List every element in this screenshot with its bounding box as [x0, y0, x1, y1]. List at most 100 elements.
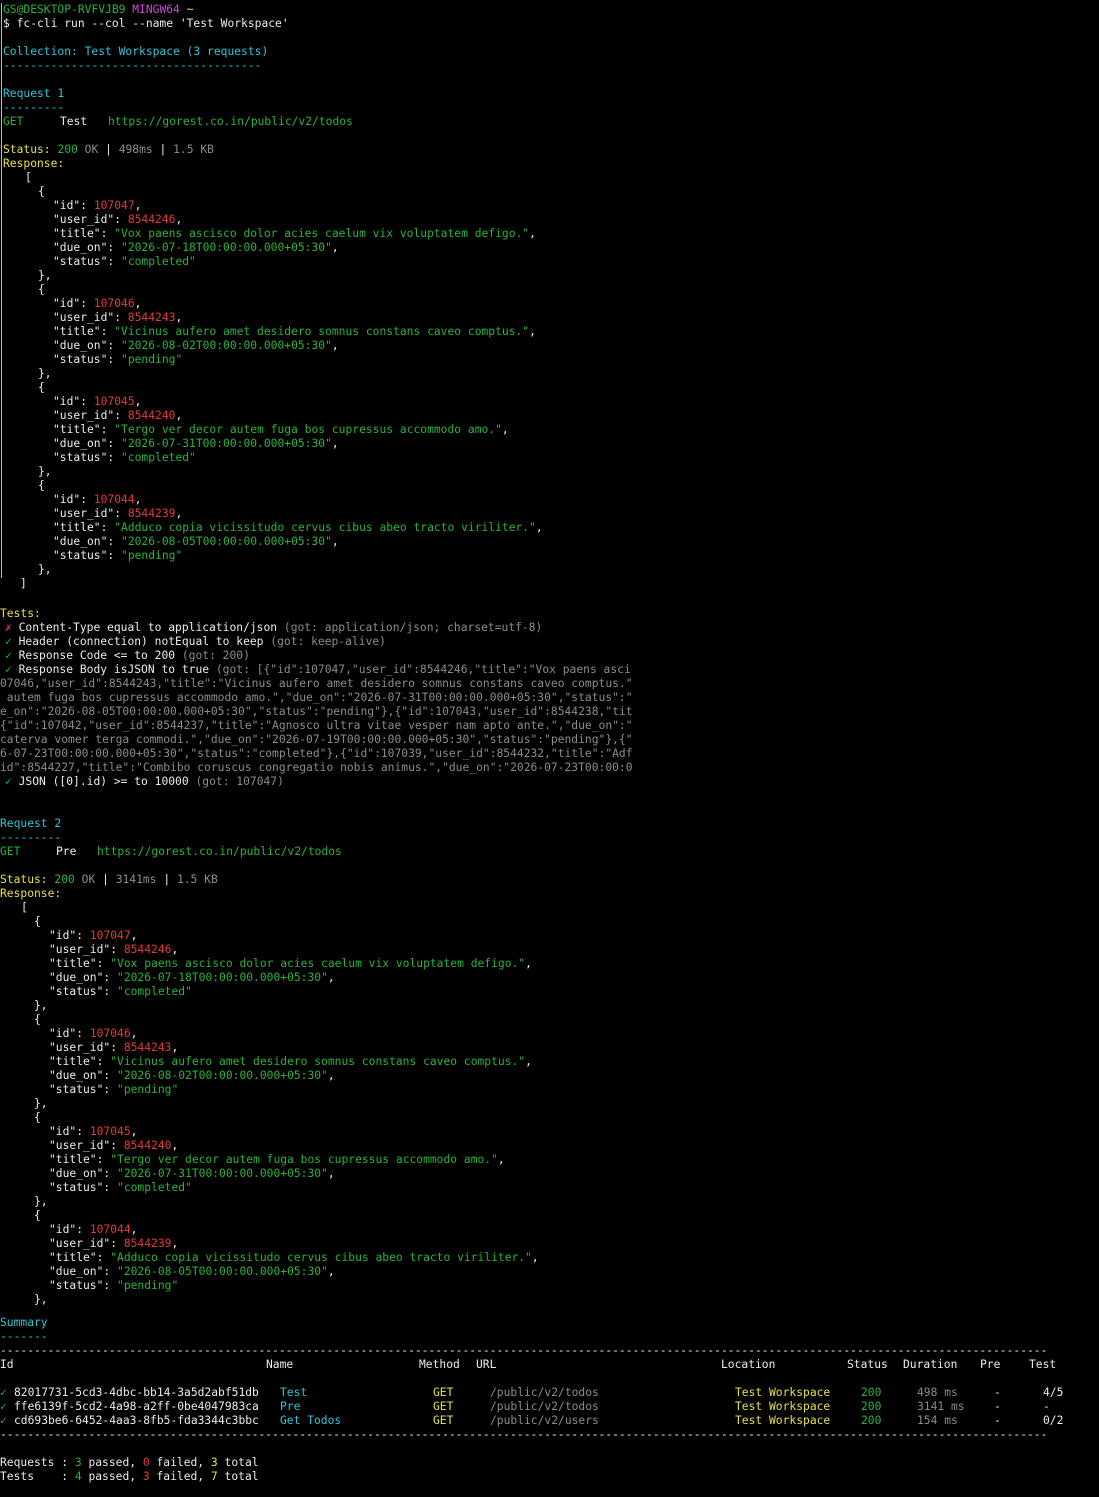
request1-item-user-id-part-2: 8544240	[127, 409, 176, 422]
request2-status-part-0: Status:	[0, 873, 48, 886]
request1-rule-part-0: ---------	[3, 101, 65, 114]
collection-rule-part-0: --------------------------------------	[3, 59, 262, 72]
request2-item-due-on-part-3: ,	[327, 1265, 335, 1278]
request1-item-status: "status": "completed"	[53, 451, 196, 465]
tests-summary-part-1	[68, 1470, 75, 1483]
request1-item-due-on-part-1: :	[107, 437, 122, 450]
request1-status-part-9	[153, 143, 160, 156]
request1-obj-open-part-0: {	[38, 479, 45, 492]
tests-summary-part-4: passed,	[88, 1470, 137, 1483]
request2-item-user-id-part-1: :	[110, 1041, 124, 1054]
test-got-wrap-line-part-0: {"id":107042,"user_id":8544237,"title":"…	[0, 719, 633, 732]
request1-item-status-part-1: :	[107, 451, 122, 464]
request2-item-title-part-1: :	[96, 957, 111, 970]
request2-item-status-part-0: "status"	[49, 1083, 104, 1096]
request2-array-open: [	[21, 901, 28, 915]
summary-row-url: /public/v2/todos	[490, 1400, 599, 1413]
request1-status-part-2: 200	[57, 143, 78, 156]
request1-item-id-part-3: ,	[134, 297, 142, 310]
request2-item-id-part-1: :	[76, 929, 90, 942]
request2-heading-part-0: Request 2	[0, 817, 62, 830]
request2-item-due-on-part-0: "due_on"	[49, 971, 104, 984]
request1-obj-open: {	[38, 479, 45, 493]
summary-row-test: 4/5	[1043, 1386, 1064, 1399]
request1-item-due-on-part-1: :	[107, 535, 122, 548]
request2-item-user-id-part-0: "user_id"	[49, 1041, 111, 1054]
summary-col-header: Pre	[980, 1358, 1001, 1371]
request1-item-title: "title": "Tergo ver decor autem fuga bos…	[53, 423, 509, 437]
test-result-row-part-1	[12, 663, 19, 676]
request2-item-id-part-0: "id"	[49, 1223, 77, 1236]
request2-response-label: Response:	[0, 887, 61, 901]
summary-row-url: /public/v2/todos	[490, 1386, 599, 1399]
request2-item-user-id: "user_id": 8544240,	[49, 1139, 178, 1153]
requests-summary-part-2: 3	[74, 1456, 82, 1469]
request2-item-title-part-2: "Vox paens ascisco dolor acies caelum vi…	[110, 957, 526, 970]
request1-item-user-id: "user_id": 8544239,	[53, 507, 182, 521]
request2-response-label-part-0: Response:	[0, 887, 62, 900]
summary-row-status: 200	[861, 1386, 882, 1399]
request2-item-status-part-1: :	[103, 985, 118, 998]
request1-item-user-id-part-2: 8544239	[127, 507, 176, 520]
summary-underline-part-0: -------	[0, 1330, 48, 1343]
request1-array-close-part-0: ]	[20, 577, 27, 590]
request2-item-status-part-1: :	[103, 1083, 118, 1096]
request1-obj-open: {	[38, 381, 45, 395]
summary-heading: Summary	[0, 1316, 48, 1330]
request1-item-id-part-1: :	[80, 493, 94, 506]
tests-summary-part-2: 4	[74, 1470, 82, 1483]
test-result-row-part-2: Response Body isJSON to true	[18, 663, 210, 676]
summary-row-check: ✓	[0, 1400, 7, 1413]
request1-item-due-on-part-1: :	[107, 339, 122, 352]
test-got-wrap-line: 6-07-23T00:00:00.000+05:30","status":"co…	[0, 747, 633, 761]
request1-status-part-12: 1.5 KB	[173, 143, 214, 156]
request2-item-id-part-2: 107046	[89, 1027, 131, 1040]
request2-item-due-on-part-1: :	[103, 1265, 118, 1278]
request2-url: https://gorest.co.in/public/v2/todos	[97, 845, 342, 858]
summary-heading-part-0: Summary	[0, 1316, 48, 1329]
request2-item-due-on-part-2: "2026-08-02T00:00:00.000+05:30"	[117, 1069, 328, 1082]
request2-item-id-part-0: "id"	[49, 1125, 77, 1138]
request1-item-title-part-2: "Adduco copia vicissitudo cervus cibus a…	[114, 521, 536, 534]
request2-obj-close: },	[34, 1097, 48, 1111]
request2-obj-open-part-0: {	[34, 915, 41, 928]
test-got-wrap-line-part-0: 07046,"user_id":8544243,"title":"Vicinus…	[0, 677, 633, 690]
request1-obj-close: },	[38, 465, 52, 479]
summary-row-duration: 498 ms	[917, 1386, 958, 1399]
request2-item-title: "title": "Vox paens ascisco dolor acies …	[49, 957, 532, 971]
summary-col-header: Test	[1029, 1358, 1057, 1371]
request2-status-part-11	[170, 873, 177, 886]
summary-row-pre: -	[994, 1400, 1001, 1413]
summary-row-method: GET	[433, 1386, 454, 1399]
test-got-wrap-line-part-0: autem fuga bos cupressus accommodo amo."…	[0, 691, 633, 704]
command-line: $ fc-cli run --col --name 'Test Workspac…	[3, 17, 289, 31]
request2-item-status: "status": "completed"	[49, 1181, 192, 1195]
prompt-line-part-0: GS@DESKTOP-RVFVJB9	[3, 3, 126, 16]
test-result-row: ✓ Response Body isJSON to true (got: [{"…	[5, 663, 631, 677]
request1-item-id: "id": 107045,	[53, 395, 141, 409]
request1-item-status-part-1: :	[107, 549, 122, 562]
request2-rule: ---------	[0, 831, 61, 845]
request2-item-status: "status": "pending"	[49, 1279, 178, 1293]
requests-summary-part-12: total	[224, 1456, 259, 1469]
tests-summary-part-9	[204, 1470, 211, 1483]
request1-item-title-part-3: ,	[529, 325, 536, 338]
request1-heading: Request 1	[3, 87, 64, 101]
request1-item-title-part-0: "title"	[53, 227, 101, 240]
request1-obj-open: {	[38, 283, 45, 297]
request2-item-id-part-0: "id"	[49, 929, 77, 942]
request2-obj-close-part-0: },	[34, 1195, 48, 1208]
request2-item-user-id-part-2: 8544240	[123, 1139, 172, 1152]
prompt-line-part-2: MINGW64	[132, 3, 180, 16]
request1-item-user-id-part-1: :	[114, 213, 128, 226]
request1-item-due-on: "due_on": "2026-07-18T00:00:00.000+05:30…	[53, 241, 339, 255]
request2-item-id-part-0: "id"	[49, 1027, 77, 1040]
request2-item-due-on-part-2: "2026-07-31T00:00:00.000+05:30"	[117, 1167, 328, 1180]
request1-item-due-on-part-1: :	[107, 241, 122, 254]
request1-item-id-part-3: ,	[134, 199, 142, 212]
request1-item-status-part-1: :	[107, 255, 122, 268]
request2-item-title-part-2: "Vicinus aufero amet desidero somnus con…	[110, 1055, 526, 1068]
request2-item-user-id-part-0: "user_id"	[49, 1139, 111, 1152]
request2-status-part-6: |	[102, 873, 109, 886]
request1-item-id-part-3: ,	[134, 395, 142, 408]
